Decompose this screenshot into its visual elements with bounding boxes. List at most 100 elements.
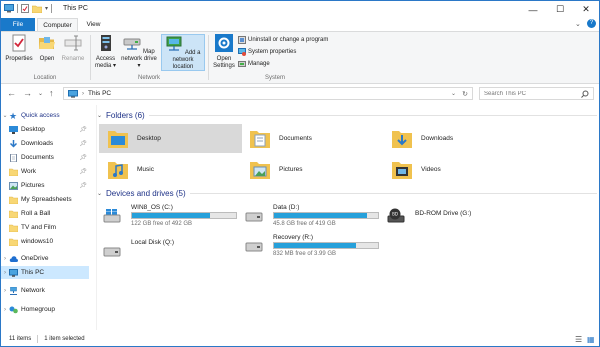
properties-icon [12,34,26,52]
search-input[interactable] [484,90,574,97]
uninstall-program-button[interactable]: Uninstall or change a program [238,36,328,44]
folder-downloads[interactable]: Downloads [383,124,526,153]
selection-count: 1 item selected [44,336,85,342]
sidebar-item-label: Desktop [21,126,45,133]
drive-usage-fill [274,243,357,248]
drive-name: WIN8_OS (C:) [131,204,173,211]
close-button[interactable]: ✕ [573,1,599,18]
sidebar-item-homegroup[interactable]: › Homegroup [1,303,89,316]
access-media-button[interactable]: Access media ▾ [93,34,118,70]
folders-section-header[interactable]: ⌄ Folders (6) [97,109,597,121]
folder-pictures[interactable]: Pictures [241,155,384,184]
maximize-button[interactable]: ☐ [547,1,573,18]
minimize-button[interactable]: — [520,1,546,18]
network-icon [10,286,17,295]
rename-label: Rename [61,56,85,62]
access-media-dropdown-icon: ▾ [111,63,117,69]
new-folder-icon[interactable] [32,5,42,13]
sidebar-item-desktop[interactable]: Desktop 📌︎ [1,123,89,136]
content-pane: ⌄ Folders (6) Desktop Documents Download… [97,105,599,330]
ribbon-expand-icon[interactable]: ⌄ [575,20,581,28]
sidebar-item-downloads[interactable]: Downloads 📌︎ [1,137,89,150]
system-properties-icon [238,48,246,56]
window-title: This PC [63,5,88,12]
open-folder-icon [39,37,55,49]
collapse-chevron-icon[interactable]: ⌄ [97,190,102,197]
pin-icon[interactable]: 📌︎ [79,140,87,147]
document-icon [10,153,17,162]
sidebar-item-quick-access[interactable]: ⌄ ★ Quick access [1,109,89,122]
search-icon[interactable] [581,90,589,98]
sidebar-item-this-pc[interactable]: › This PC [1,266,89,279]
manage-button[interactable]: Manage [238,60,270,68]
pin-icon[interactable]: 📌︎ [79,154,87,161]
sidebar-item-tv-and-film[interactable]: TV and Film [1,221,89,234]
drive-r[interactable]: Recovery (R:) 832 MB free of 3.99 GB [239,234,379,260]
collapse-chevron-icon[interactable]: ⌄ [1,112,9,119]
open-button[interactable]: Open [36,34,58,63]
expand-chevron-icon[interactable]: › [1,256,9,262]
sidebar-item-work[interactable]: Work 📌︎ [1,165,89,178]
breadcrumb-this-pc[interactable]: This PC [88,90,111,97]
refresh-icon[interactable]: ↻ [462,90,468,98]
folder-desktop[interactable]: Desktop [99,124,242,153]
desktop-icon [9,125,18,134]
rename-button[interactable]: Rename [60,34,86,63]
address-dropdown-icon[interactable]: ⌄ [451,90,456,97]
tab-view[interactable]: View [81,18,106,31]
hard-drive-icon [103,247,121,257]
details-view-icon[interactable]: ☰ [575,335,582,344]
sidebar-item-roll-a-ball[interactable]: Roll a Ball [1,207,89,220]
pin-icon[interactable]: 📌︎ [79,126,87,133]
downloads-folder-icon [392,130,412,148]
forward-arrow-icon[interactable]: → [23,88,32,98]
up-arrow-icon[interactable]: ↑ [49,88,54,98]
sidebar-item-onedrive[interactable]: › OneDrive [1,252,89,265]
expand-chevron-icon[interactable]: › [1,307,9,313]
back-arrow-icon[interactable]: ← [7,88,16,98]
large-icons-view-icon[interactable]: ▦ [587,335,595,344]
sidebar-item-windows10[interactable]: windows10 [1,235,89,248]
properties-button[interactable]: Properties [5,34,33,63]
system-properties-label: System properties [248,49,297,55]
folder-videos[interactable]: Videos [383,155,526,184]
collapse-chevron-icon[interactable]: ⌄ [97,112,102,119]
open-settings-button[interactable]: Open Settings [211,34,237,70]
drive-name: Data (D:) [273,204,300,211]
drives-section-header[interactable]: ⌄ Devices and drives (5) [97,187,597,199]
search-box[interactable] [479,87,594,100]
tab-computer[interactable]: Computer [37,18,78,31]
recent-locations-icon[interactable]: ⌄ [38,90,43,97]
sidebar-item-documents[interactable]: Documents 📌︎ [1,151,89,164]
system-properties-button[interactable]: System properties [238,48,296,56]
drive-g[interactable]: BD BD-ROM Drive (G:) [381,204,521,230]
system-group-label: System [264,75,285,81]
tab-file[interactable]: File [1,18,35,31]
folder-music[interactable]: Music [99,155,242,184]
drive-usage-fill [132,213,210,218]
folder-name: Documents [279,135,312,142]
drive-usage-bar [131,212,237,219]
pictures-folder-icon [250,161,270,179]
qat-dropdown-icon[interactable]: ▾ [45,5,48,12]
sidebar-item-my-spreadsheets[interactable]: My Spreadsheets [1,193,89,206]
drive-q[interactable]: Local Disk (Q:) [97,239,237,265]
map-drive-button[interactable]: Map network drive ▾ [119,34,159,70]
sidebar-item-label: My Spreadsheets [21,196,72,203]
drive-c[interactable]: WIN8_OS (C:) 122 GB free of 492 GB [97,204,237,230]
drive-d[interactable]: Data (D:) 45.8 GB free of 419 GB [239,204,379,230]
properties-icon[interactable] [21,4,29,13]
pin-icon[interactable]: 📌︎ [79,168,87,175]
add-network-location-button[interactable]: Add a network location [161,34,205,71]
sidebar-item-pictures[interactable]: Pictures 📌︎ [1,179,89,192]
folder-documents[interactable]: Documents [241,124,384,153]
help-icon[interactable]: ? [587,19,596,28]
ribbon: Properties Open Rename Location Access m… [1,31,599,84]
address-bar[interactable]: › This PC ⌄ ↻ [63,87,473,100]
breadcrumb-separator-icon: › [82,90,84,97]
sidebar-item-network[interactable]: › Network [1,284,89,297]
expand-chevron-icon[interactable]: › [1,288,9,294]
media-server-icon [100,35,111,51]
expand-chevron-icon[interactable]: › [1,270,9,276]
pin-icon[interactable]: 📌︎ [79,182,87,189]
